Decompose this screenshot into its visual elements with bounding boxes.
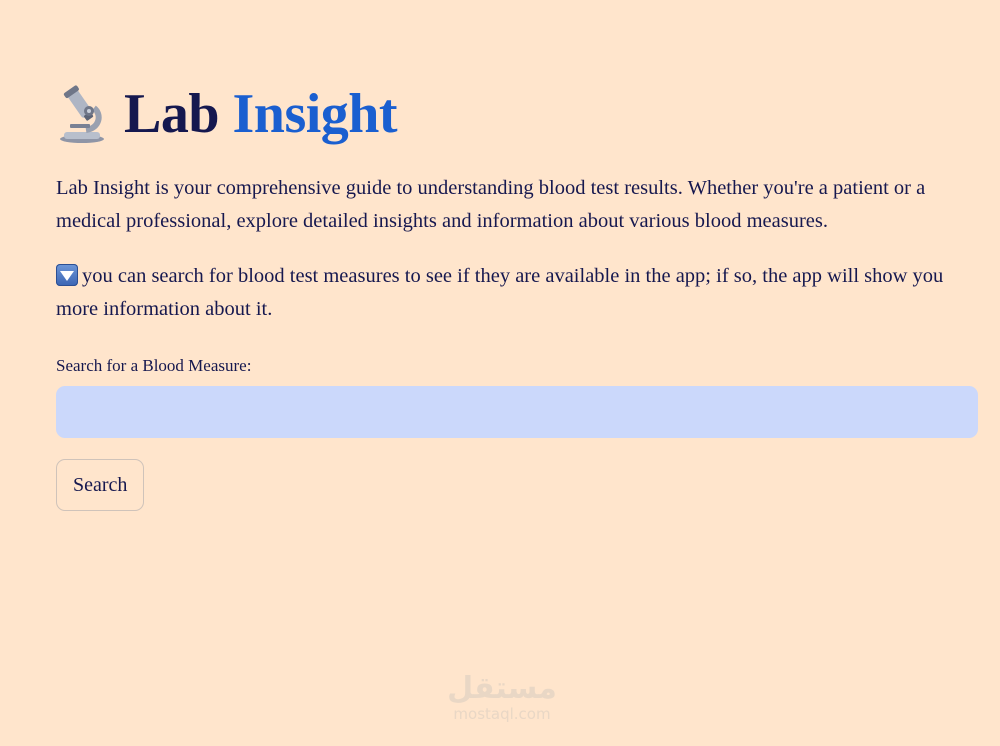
main-content: Lab Insight Lab Insight is your comprehe… [56,76,978,511]
watermark: مستقل mostaql.com [437,671,567,723]
page-title: Lab Insight [124,83,398,145]
page: Lab Insight Lab Insight is your comprehe… [0,0,1000,746]
search-button[interactable]: Search [56,459,145,511]
down-arrow-button-icon [56,264,78,286]
search-label: Search for a Blood Measure: [56,356,252,375]
watermark-logo: مستقل [447,671,557,706]
search-input[interactable] [56,386,978,438]
page-header: Lab Insight [56,76,978,152]
search-hint-text: you can search for blood test measures t… [56,265,944,320]
title-insight: Insight [232,83,398,145]
title-lab: Lab [124,83,220,145]
microscope-icon [60,85,104,143]
search-hint: you can search for blood test measures t… [56,260,978,326]
watermark-url: mostaql.com [453,705,551,723]
intro-paragraph: Lab Insight is your comprehensive guide … [56,177,926,232]
